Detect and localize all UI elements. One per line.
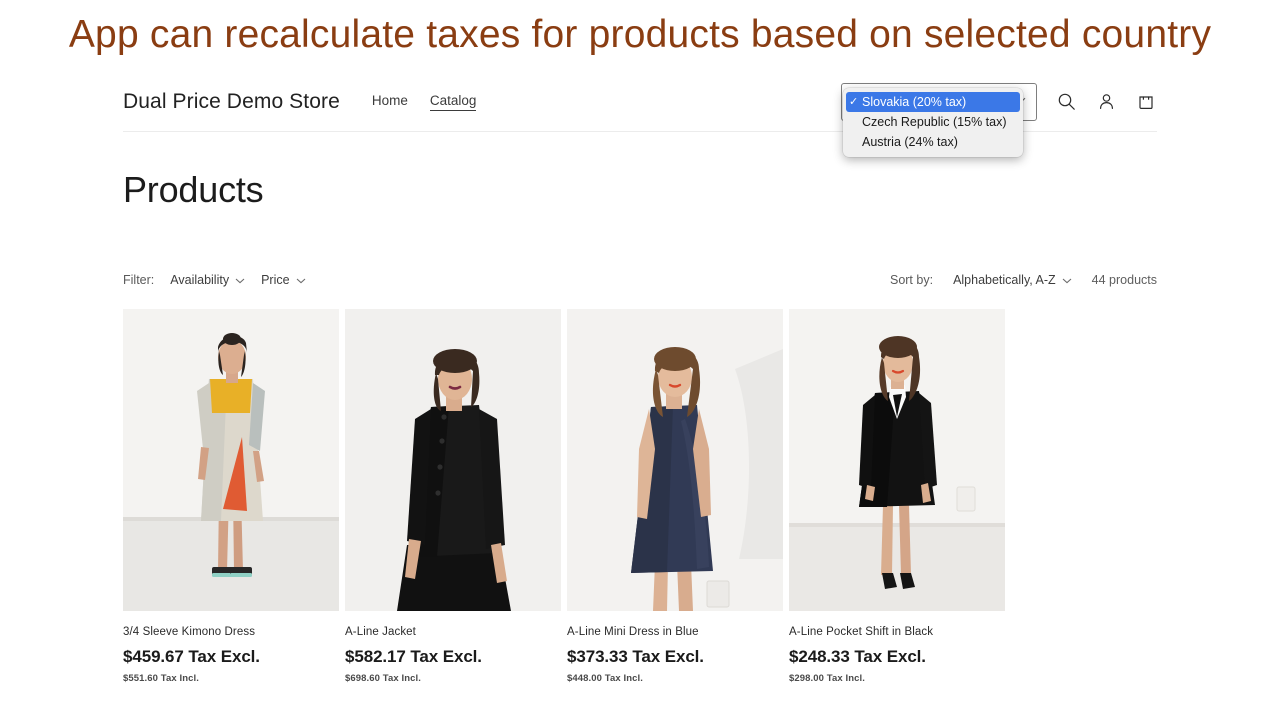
product-title[interactable]: A-Line Jacket xyxy=(345,626,561,640)
product-image-a-line-jacket[interactable] xyxy=(345,309,561,611)
product-card[interactable]: A-Line Pocket Shift in Black $248.33 Tax… xyxy=(789,309,1005,684)
product-price-incl: $551.60 Tax Incl. xyxy=(123,673,339,684)
country-tax-dropdown-list[interactable]: ✓ Slovakia (20% tax) Czech Republic (15%… xyxy=(843,88,1023,157)
facets-right: Sort by: Alphabetically, A-Z 44 products xyxy=(890,273,1157,287)
product-card[interactable]: A-Line Mini Dress in Blue $373.33 Tax Ex… xyxy=(567,309,783,684)
dropdown-option-slovakia[interactable]: ✓ Slovakia (20% tax) xyxy=(846,92,1020,112)
page-banner-heading: App can recalculate taxes for products b… xyxy=(0,0,1280,57)
store-name[interactable]: Dual Price Demo Store xyxy=(123,90,340,114)
page-title: Products xyxy=(123,169,1157,211)
sort-by-select[interactable]: Alphabetically, A-Z xyxy=(953,273,1072,287)
dropdown-option-label: Slovakia (20% tax) xyxy=(862,95,966,109)
product-price-incl: $298.00 Tax Incl. xyxy=(789,673,1005,684)
product-title[interactable]: 3/4 Sleeve Kimono Dress xyxy=(123,626,339,640)
cart-icon[interactable] xyxy=(1135,91,1157,113)
facets-bar: Filter: Availability Price Sort xyxy=(123,273,1157,287)
header-actions: ✓ Slovakia (20% tax) Czech Republic (15%… xyxy=(841,83,1157,121)
check-icon: ✓ xyxy=(849,95,862,108)
nav-link-catalog[interactable]: Catalog xyxy=(430,93,477,111)
product-price-incl: $448.00 Tax Incl. xyxy=(567,673,783,684)
search-icon[interactable] xyxy=(1055,91,1077,113)
nav-link-home[interactable]: Home xyxy=(372,93,408,110)
product-image-pocket-shift-black[interactable] xyxy=(789,309,1005,611)
site-header: Dual Price Demo Store Home Catalog ✓ xyxy=(0,75,1280,129)
product-image-mini-dress-blue[interactable] xyxy=(567,309,783,611)
chevron-down-icon xyxy=(296,276,306,286)
product-title[interactable]: A-Line Mini Dress in Blue xyxy=(567,626,783,640)
sort-by-label: Sort by: xyxy=(890,273,933,287)
product-card[interactable]: 3/4 Sleeve Kimono Dress $459.67 Tax Excl… xyxy=(123,309,339,684)
product-card[interactable]: A-Line Jacket $582.17 Tax Excl. $698.60 … xyxy=(345,309,561,684)
filter-price[interactable]: Price xyxy=(261,273,305,287)
product-price-excl: $373.33 Tax Excl. xyxy=(567,647,783,667)
product-price-excl: $582.17 Tax Excl. xyxy=(345,647,561,667)
product-title[interactable]: A-Line Pocket Shift in Black xyxy=(789,626,1005,640)
dropdown-option-austria[interactable]: Austria (24% tax) xyxy=(843,132,1023,152)
product-grid: 3/4 Sleeve Kimono Dress $459.67 Tax Excl… xyxy=(123,309,1157,684)
main-content: Products Filter: Availability Price xyxy=(123,129,1157,684)
product-price-excl: $248.33 Tax Excl. xyxy=(789,647,1005,667)
primary-nav: Home Catalog xyxy=(372,93,477,111)
product-count: 44 products xyxy=(1092,273,1157,287)
chevron-down-icon xyxy=(235,276,245,286)
filter-label: Filter: xyxy=(123,273,154,287)
filter-availability-label: Availability xyxy=(170,273,229,287)
chevron-down-icon xyxy=(1062,276,1072,286)
product-price-excl: $459.67 Tax Excl. xyxy=(123,647,339,667)
facets-left: Filter: Availability Price xyxy=(123,273,306,287)
product-image-kimono-dress[interactable] xyxy=(123,309,339,611)
account-icon[interactable] xyxy=(1095,91,1117,113)
sort-by-value: Alphabetically, A-Z xyxy=(953,273,1056,287)
product-price-incl: $698.60 Tax Incl. xyxy=(345,673,561,684)
dropdown-option-czech-republic[interactable]: Czech Republic (15% tax) xyxy=(843,112,1023,132)
filter-availability[interactable]: Availability xyxy=(170,273,245,287)
dropdown-option-label: Austria (24% tax) xyxy=(862,135,958,149)
filter-price-label: Price xyxy=(261,273,289,287)
country-tax-select-shell: ✓ Slovakia (20% tax) Czech Republic (15%… xyxy=(841,83,1037,121)
dropdown-option-label: Czech Republic (15% tax) xyxy=(862,115,1007,129)
